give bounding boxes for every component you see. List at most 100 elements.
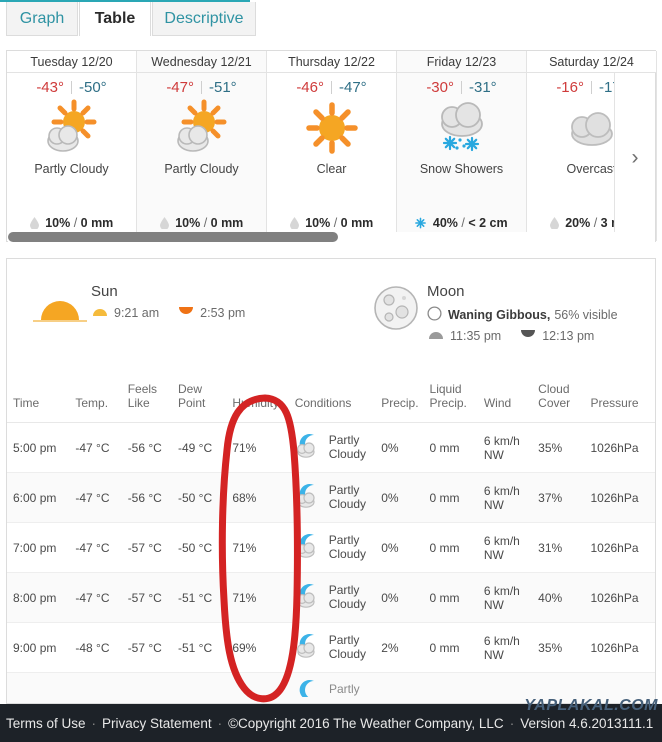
cell-feels: -57 °C xyxy=(121,622,172,673)
next-days-button[interactable]: › xyxy=(614,73,655,242)
column-header-precip[interactable]: Precip. xyxy=(375,368,424,423)
sunset-icon xyxy=(177,306,195,320)
forecast-day-temps: -46° -47° xyxy=(267,73,396,96)
daily-forecast-panel: Tuesday 12/20 -43° -50° Partly Cloudy 10… xyxy=(6,50,657,242)
hourly-forecast-table: Time Temp. Feels Like Dew Point Humidity… xyxy=(7,368,655,703)
cell-condition-text: Partly Cloudy xyxy=(328,582,367,611)
forecast-day-card[interactable]: Wednesday 12/21 -47° -51° Partly Cloudy … xyxy=(137,51,267,242)
column-header-time[interactable]: Time xyxy=(7,368,70,423)
column-header-conditions[interactable]: Conditions xyxy=(288,368,376,423)
tab-graph-label: Graph xyxy=(19,9,65,27)
footer-separator: · xyxy=(509,715,515,731)
forecast-precip: 40% / < 2 cm xyxy=(397,216,526,232)
cell-conditions: Partly Cloudy xyxy=(288,522,376,573)
snowflake-icon xyxy=(415,217,427,232)
version-text: Version 4.6.2013111.1 xyxy=(520,715,654,731)
drop-icon xyxy=(549,217,559,232)
column-header-wind[interactable]: Wind xyxy=(477,368,533,423)
forecast-day-temps: -30° -31° xyxy=(397,73,526,96)
moon-phase-icon xyxy=(427,306,442,324)
moon-cloud-icon xyxy=(295,633,323,662)
forecast-day-card[interactable]: Tuesday 12/20 -43° -50° Partly Cloudy 10… xyxy=(7,51,137,241)
moon-icon xyxy=(365,277,427,339)
terms-of-use-link[interactable]: Terms of Use xyxy=(6,716,86,731)
moonset-time: 12:13 pm xyxy=(519,329,594,343)
table-row[interactable]: 8:00 pm -47 °C -57 °C -51 °C 71% Partly … xyxy=(7,572,655,623)
moon-title: Moon xyxy=(427,283,465,300)
forecast-day-date: Thursday 12/22 xyxy=(267,51,396,73)
forecast-day-date: Wednesday 12/21 xyxy=(137,51,266,73)
cell-feels: -56 °C xyxy=(121,472,172,523)
copyright-text: ©Copyright 2016 The Weather Company, LLC xyxy=(228,715,504,731)
forecast-precip: 10% / 0 mm xyxy=(267,216,396,232)
forecast-low-temp: -50° xyxy=(79,79,107,96)
table-row[interactable]: 5:00 pm -47 °C -56 °C -49 °C 71% Partly … xyxy=(7,422,655,473)
cell-humidity: 71% xyxy=(226,422,289,473)
sun-section: Sun 9:21 am 2:53 pm xyxy=(29,277,263,339)
column-header-cloud-cover[interactable]: Cloud Cover xyxy=(532,368,585,423)
forecast-day-date: Tuesday 12/20 xyxy=(7,51,136,73)
forecast-horizontal-scrollbar[interactable] xyxy=(8,232,654,242)
cell-feels: -57 °C xyxy=(121,572,172,623)
sun-icon xyxy=(267,96,396,160)
privacy-statement-link[interactable]: Privacy Statement xyxy=(102,716,212,731)
cell-liquid: 0 mm xyxy=(423,622,478,673)
cell-time: 7:00 pm xyxy=(7,522,70,573)
cell-temp: -47 °C xyxy=(69,472,122,523)
cell-precip: 0% xyxy=(375,422,424,473)
moonrise-icon xyxy=(427,329,445,343)
forecast-day-temps: -47° -51° xyxy=(137,73,266,96)
tab-descriptive[interactable]: Descriptive xyxy=(152,2,256,36)
cell-humidity: 71% xyxy=(226,572,289,623)
cell-condition-text: Partly Cloudy xyxy=(328,432,367,461)
sunset-value: 2:53 pm xyxy=(200,306,246,320)
forecast-day-date: Friday 12/23 xyxy=(397,51,526,73)
column-header-temp[interactable]: Temp. xyxy=(69,368,122,423)
forecast-precip-amount: 0 mm xyxy=(210,216,244,230)
cell-cloud: 40% xyxy=(532,572,585,623)
table-row[interactable]: 7:00 pm -47 °C -57 °C -50 °C 71% Partly … xyxy=(7,522,655,573)
forecast-day-card[interactable]: Thursday 12/22 -46° -47° Clear 10% / 0 m… xyxy=(267,51,397,241)
cell-dew: -50 °C xyxy=(171,472,227,523)
forecast-low-temp: -51° xyxy=(209,79,237,96)
forecast-high-temp: -47° xyxy=(166,79,194,96)
cell-liquid: 0 mm xyxy=(423,422,478,473)
cell-condition-text: Partly xyxy=(329,681,360,696)
cell-condition-text: Partly Cloudy xyxy=(328,482,367,511)
column-header-pressure[interactable]: Pressure xyxy=(584,368,655,423)
column-header-dew-point[interactable]: Dew Point xyxy=(171,368,227,423)
cell-cloud: 35% xyxy=(532,622,585,673)
forecast-day-card[interactable]: Friday 12/23 -30° -31° Snow Showers 40% … xyxy=(397,51,527,242)
scrollbar-thumb[interactable] xyxy=(8,232,338,242)
sunset-time: 2:53 pm xyxy=(177,306,245,320)
cell-precip: 0% xyxy=(375,522,424,573)
cell-feels: -57 °C xyxy=(121,522,172,573)
tab-graph[interactable]: Graph xyxy=(6,2,78,36)
cell-humidity: 69% xyxy=(226,622,289,673)
moon-phase-name: Waning Gibbous, xyxy=(448,308,551,322)
moonset-icon xyxy=(519,329,537,343)
sunrise-value: 9:21 am xyxy=(114,306,160,320)
cell-temp: -47 °C xyxy=(69,422,122,473)
forecast-condition: Snow Showers xyxy=(419,162,504,176)
cell-dew: -49 °C xyxy=(171,422,227,473)
sun-title: Sun xyxy=(91,283,118,300)
cell-wind: 6 km/h NW xyxy=(477,472,533,523)
cell-precip: 0% xyxy=(375,472,424,523)
cell-condition-text: Partly Cloudy xyxy=(328,532,367,561)
tab-table[interactable]: Table xyxy=(79,2,151,36)
forecast-high-temp: -16° xyxy=(556,79,584,96)
cell-dew: -50 °C xyxy=(171,522,227,573)
forecast-high-temp: -30° xyxy=(426,79,454,96)
moonset-value: 12:13 pm xyxy=(542,329,595,343)
table-row[interactable]: 9:00 pm -48 °C -57 °C -51 °C 69% Partly … xyxy=(7,622,655,673)
column-header-humidity[interactable]: Humidity xyxy=(226,368,289,423)
snow-cloud-icon xyxy=(397,96,526,160)
column-header-liquid-precip[interactable]: Liquid Precip. xyxy=(423,368,478,423)
forecast-precip: 10% / 0 mm xyxy=(7,216,136,232)
forecast-precip-chance: 10% xyxy=(45,216,71,230)
tab-descriptive-label: Descriptive xyxy=(164,9,244,27)
column-header-feels-like[interactable]: Feels Like xyxy=(121,368,172,423)
table-row[interactable]: 6:00 pm -47 °C -56 °C -50 °C 68% Partly … xyxy=(7,472,655,523)
forecast-precip: 10% / 0 mm xyxy=(137,216,266,232)
